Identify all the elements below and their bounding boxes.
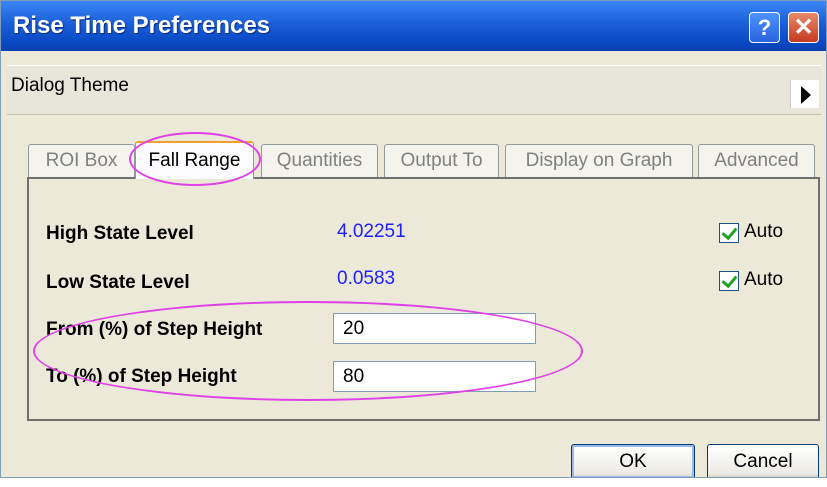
fall-range-panel: High State Level 4.02251 Auto Low State … xyxy=(27,177,820,421)
low-state-label: Low State Level xyxy=(46,272,190,293)
ok-button[interactable]: OK xyxy=(571,444,695,477)
to-step-height-label: To (%) of Step Height xyxy=(46,366,237,387)
tab-roi-box[interactable]: ROI Box xyxy=(28,144,135,178)
tab-display-on-graph[interactable]: Display on Graph xyxy=(505,144,693,178)
tab-output-to[interactable]: Output To xyxy=(384,144,499,178)
from-step-height-input[interactable]: 20 xyxy=(333,313,536,344)
to-step-height-input[interactable]: 80 xyxy=(333,361,536,392)
high-state-auto-checkbox[interactable] xyxy=(719,223,739,243)
tab-quantities[interactable]: Quantities xyxy=(261,144,378,178)
from-step-height-label: From (%) of Step Height xyxy=(46,319,263,340)
theme-menu-button[interactable] xyxy=(790,80,819,108)
tab-advanced[interactable]: Advanced xyxy=(698,144,815,178)
low-state-value: 0.0583 xyxy=(337,268,396,289)
tab-fall-range[interactable]: Fall Range xyxy=(135,141,254,179)
low-state-auto-checkbox[interactable] xyxy=(719,271,739,291)
title-bar[interactable]: Rise Time Preferences ? ✕ xyxy=(1,1,826,51)
high-state-auto-label: Auto xyxy=(744,221,784,242)
dialog-theme-label: Dialog Theme xyxy=(11,75,129,96)
triangle-right-icon xyxy=(801,86,811,104)
dialog-theme-bar[interactable]: Dialog Theme xyxy=(7,65,821,115)
high-state-value: 4.02251 xyxy=(337,221,406,242)
cancel-button[interactable]: Cancel xyxy=(707,444,819,477)
dialog-title: Rise Time Preferences xyxy=(13,12,271,39)
dialog-window: Rise Time Preferences ? ✕ Dialog Theme R… xyxy=(0,0,827,478)
low-state-auto-label: Auto xyxy=(744,269,784,290)
high-state-label: High State Level xyxy=(46,223,194,244)
close-icon[interactable]: ✕ xyxy=(788,12,819,43)
help-icon[interactable]: ? xyxy=(749,12,780,43)
